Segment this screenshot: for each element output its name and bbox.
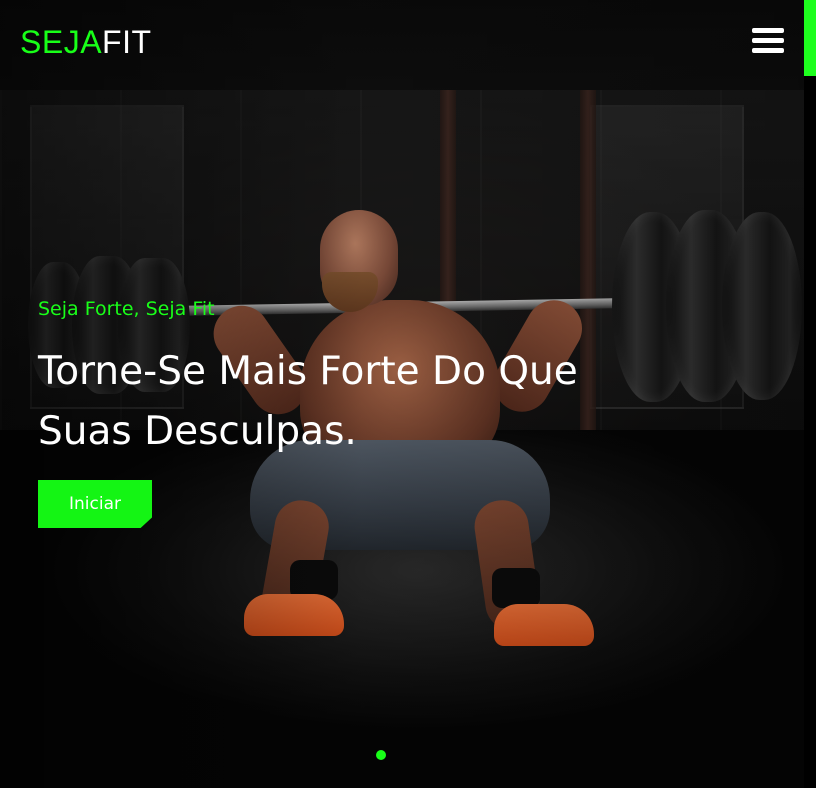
carousel-dot-active[interactable] (376, 750, 386, 760)
menu-line (752, 38, 784, 43)
start-button[interactable]: Iniciar (38, 480, 152, 528)
hero-subtitle: Seja Forte, Seja Fit (38, 298, 215, 320)
logo-text-fit: FIT (102, 24, 152, 60)
logo-text-seja: SEJA (20, 24, 103, 60)
menu-line (752, 28, 784, 33)
scrollbar-thumb[interactable] (804, 0, 816, 76)
hero-headline: Torne-Se Mais Forte Do Que Suas Desculpa… (38, 349, 578, 454)
carousel-indicators (376, 745, 386, 764)
site-logo[interactable]: SEJAFIT (20, 24, 152, 60)
hamburger-menu-icon[interactable] (752, 28, 784, 58)
menu-line (752, 48, 784, 53)
scrollbar[interactable] (804, 0, 816, 788)
